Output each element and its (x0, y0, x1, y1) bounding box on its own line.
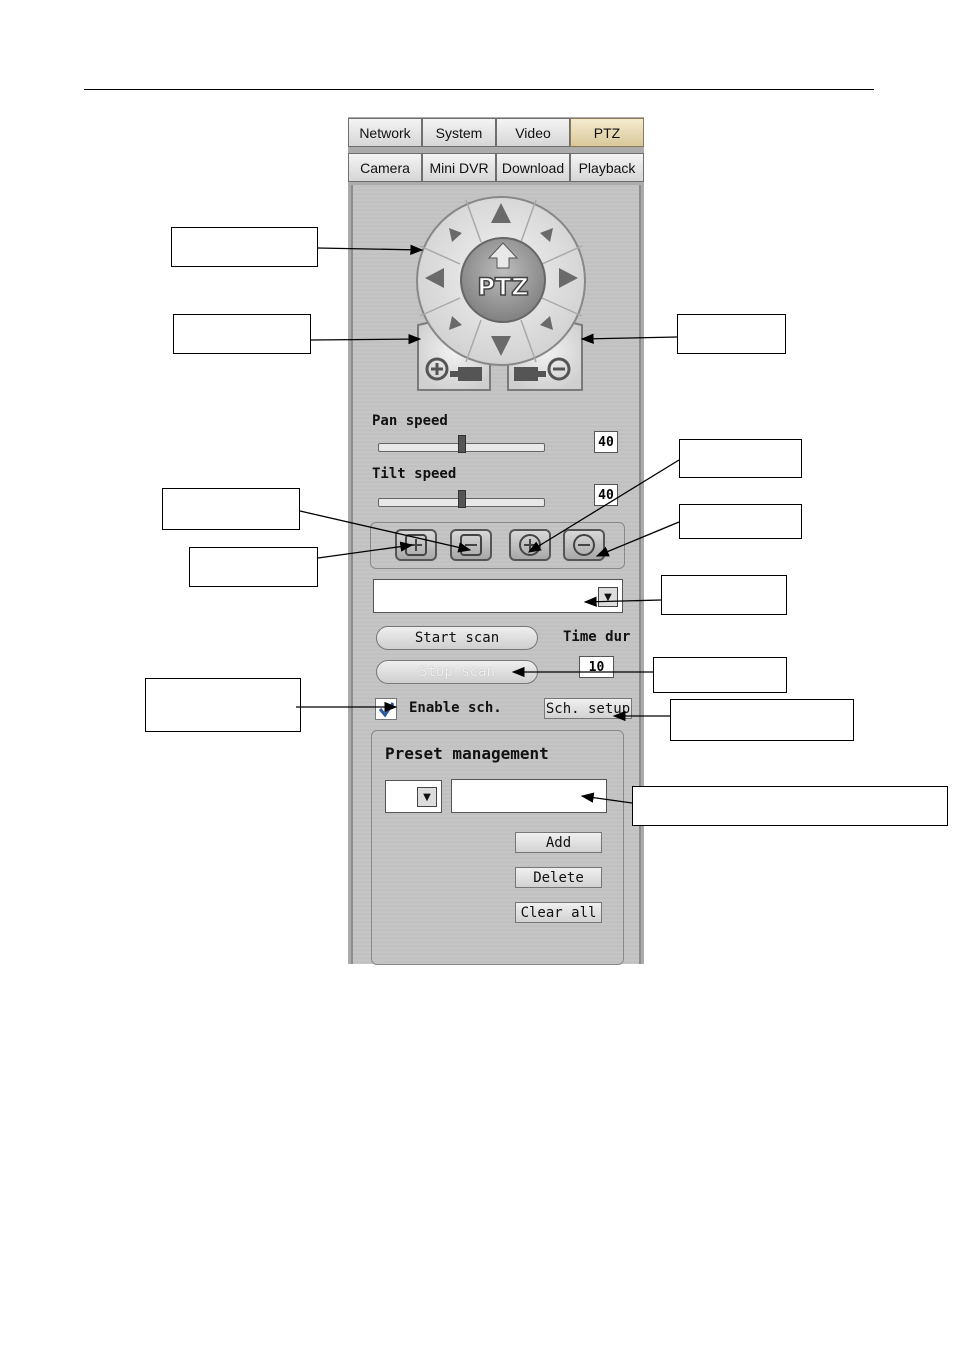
callout-arrows (296, 244, 680, 804)
